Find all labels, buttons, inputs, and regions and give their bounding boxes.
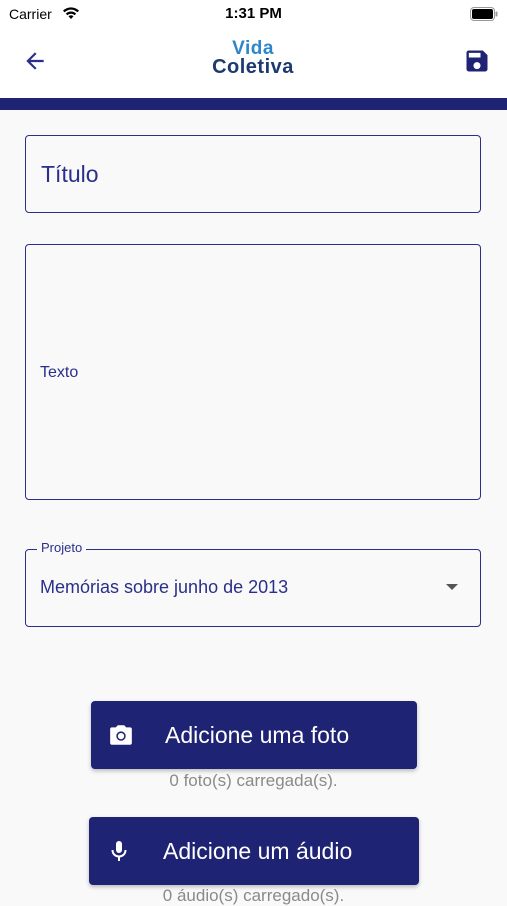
dropdown-caret-icon xyxy=(446,584,458,590)
camera-icon xyxy=(110,725,132,745)
add-photo-button[interactable]: Adicione uma foto xyxy=(91,701,417,769)
microphone-icon xyxy=(111,841,127,861)
app-bar: Vida Coletiva xyxy=(0,28,507,98)
back-arrow-icon[interactable] xyxy=(22,48,48,74)
app-logo: Vida Coletiva xyxy=(205,39,301,77)
project-label: Projeto xyxy=(37,540,87,555)
project-selected-value: Memórias sobre junho de 2013 xyxy=(40,577,289,597)
add-audio-button[interactable]: Adicione um áudio xyxy=(89,817,419,885)
text-input[interactable]: Texto xyxy=(25,244,481,500)
add-photo-label: Adicione uma foto xyxy=(165,722,350,748)
logo-line-coletiva: Coletiva xyxy=(212,56,294,78)
clock: 1:31 PM xyxy=(225,5,282,22)
header-divider-bar xyxy=(0,98,507,110)
project-select[interactable]: Projeto Memórias sobre junho de 2013 xyxy=(25,540,481,627)
add-audio-label: Adicione um áudio xyxy=(163,838,353,864)
text-placeholder: Texto xyxy=(40,364,79,381)
battery-icon xyxy=(470,7,498,21)
audio-count-text: 0 áudio(s) carregado(s). xyxy=(162,886,345,905)
photo-count-text: 0 foto(s) carregada(s). xyxy=(169,771,338,790)
title-input[interactable]: Título xyxy=(25,135,481,213)
status-bar: Carrier 1:31 PM xyxy=(0,0,507,28)
save-icon[interactable] xyxy=(463,47,491,75)
title-placeholder: Título xyxy=(41,161,99,187)
